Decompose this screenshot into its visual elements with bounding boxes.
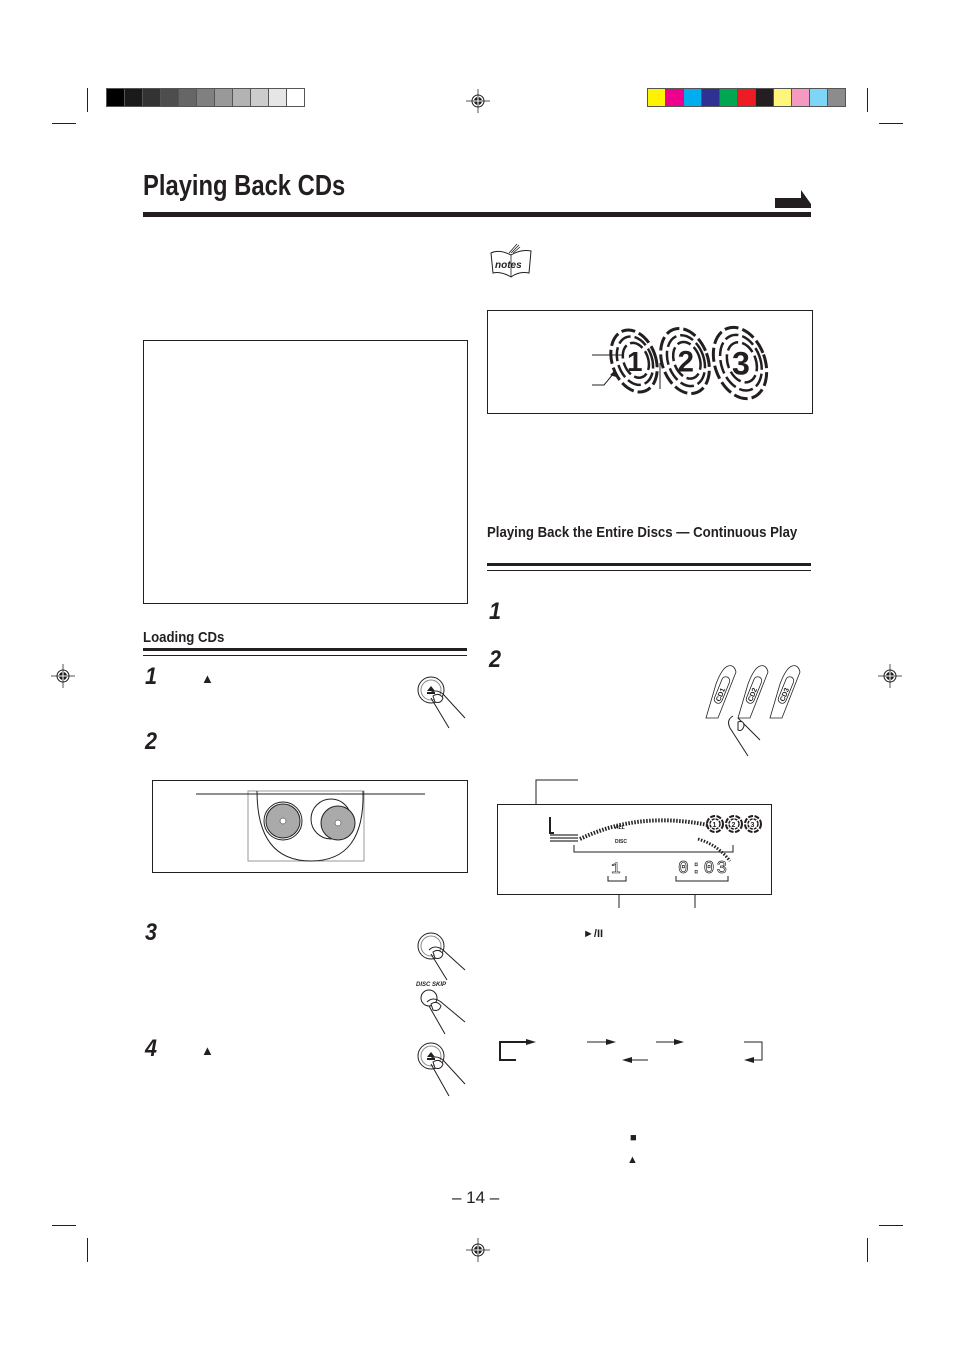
step-number: 2	[489, 646, 502, 673]
display-illustration: ALL DISC 1 2 3 1 0:03	[549, 815, 762, 882]
color-swatch	[269, 89, 286, 106]
lcd-disc-1-icon: 1	[706, 815, 724, 833]
title-rule	[143, 212, 811, 217]
cd2-button[interactable]: CD2	[737, 665, 769, 719]
color-swatch	[125, 89, 142, 106]
svg-text:DISC: DISC	[615, 839, 627, 845]
registration-mark-icon	[466, 1238, 490, 1262]
color-swatch	[774, 89, 791, 106]
registration-mark-icon	[878, 664, 902, 688]
color-swatch	[233, 89, 250, 106]
cd3-button[interactable]: CD3	[769, 665, 801, 719]
section-heading-continuous: Playing Back the Entire Discs — Continuo…	[487, 524, 798, 541]
color-swatch	[810, 89, 827, 106]
disc-3-icon: 3	[711, 325, 769, 401]
tray-figure	[152, 780, 468, 873]
page-number: – 14 –	[452, 1188, 500, 1207]
crop-mark	[867, 88, 868, 112]
disc-1-icon: 1	[609, 328, 659, 394]
color-swatch	[287, 89, 304, 106]
disc-indicator-illustration: 1 2 3	[592, 325, 769, 401]
section-rule	[143, 648, 467, 657]
lcd-disc-3-icon: 3	[744, 815, 762, 833]
disc-indicator-figure: 1 2 3	[487, 310, 813, 414]
grayscale-swatch-bar	[106, 88, 305, 107]
registration-mark-icon	[51, 664, 75, 688]
disc-number-label: 1	[627, 346, 643, 377]
intro-box	[143, 340, 468, 604]
svg-text:ALL: ALL	[615, 825, 625, 831]
crop-mark	[87, 88, 88, 112]
color-swatch	[215, 89, 232, 106]
color-swatch	[251, 89, 268, 106]
svg-text:1: 1	[611, 860, 621, 878]
step-number: 2	[145, 728, 158, 755]
eject-symbol: ▲	[627, 1154, 638, 1166]
cd-select-buttons-icon[interactable]: CD1 CD2 CD3	[698, 660, 808, 770]
disc-skip-button-icon[interactable]	[405, 988, 467, 1036]
color-swatch	[107, 89, 124, 106]
color-swatch	[792, 89, 809, 106]
color-swatch	[720, 89, 737, 106]
crop-mark	[52, 123, 76, 124]
disc-number-label: 2	[678, 346, 694, 379]
section-rule	[487, 563, 811, 572]
svg-text:2: 2	[732, 822, 736, 829]
play-mode-cycle-diagram	[499, 1039, 763, 1063]
color-swatch	[756, 89, 773, 106]
registration-mark-icon	[466, 89, 490, 113]
color-swatch	[143, 89, 160, 106]
step-number: 4	[145, 1035, 158, 1062]
step-number: 3	[145, 919, 158, 946]
svg-text:1: 1	[713, 822, 717, 829]
eject-symbol: ▲	[201, 1043, 214, 1058]
color-swatch	[161, 89, 178, 106]
color-swatch-bar	[647, 88, 846, 107]
color-swatch	[197, 89, 214, 106]
page-title: Playing Back CDs	[143, 170, 346, 202]
svg-text:3: 3	[751, 822, 755, 829]
press-button-icon[interactable]	[405, 930, 467, 982]
step-number: 1	[489, 598, 502, 625]
crop-mark	[879, 123, 903, 124]
color-swatch	[702, 89, 719, 106]
stop-symbol: ■	[630, 1132, 637, 1144]
svg-text:notes: notes	[495, 260, 522, 271]
eject-button-icon[interactable]	[405, 672, 467, 734]
section-heading-loading: Loading CDs	[143, 629, 225, 646]
play-pause-symbol: ►/II	[583, 928, 604, 940]
color-swatch	[179, 89, 196, 106]
disc-number-label: 3	[732, 346, 750, 382]
color-swatch	[738, 89, 755, 106]
disc-2-icon: 2	[659, 326, 711, 396]
crop-mark	[87, 1238, 88, 1262]
crop-mark	[867, 1238, 868, 1262]
cd-tray-illustration	[196, 790, 425, 862]
crop-mark	[52, 1225, 76, 1226]
svg-text:0:03: 0:03	[678, 859, 729, 879]
color-swatch	[666, 89, 683, 106]
notes-book-icon: notes	[490, 243, 532, 278]
color-swatch	[684, 89, 701, 106]
eject-symbol: ▲	[201, 671, 214, 686]
continue-arrow-icon	[775, 190, 811, 208]
lcd-disc-2-icon: 2	[725, 815, 743, 833]
crop-mark	[879, 1225, 903, 1226]
color-swatch	[828, 89, 845, 106]
eject-button-icon[interactable]	[405, 1038, 467, 1100]
color-swatch	[648, 89, 665, 106]
step-number: 1	[145, 663, 158, 690]
display-panel: ALL DISC 1 2 3 1 0:03	[497, 804, 772, 895]
cd1-button[interactable]: CD1	[705, 665, 737, 719]
